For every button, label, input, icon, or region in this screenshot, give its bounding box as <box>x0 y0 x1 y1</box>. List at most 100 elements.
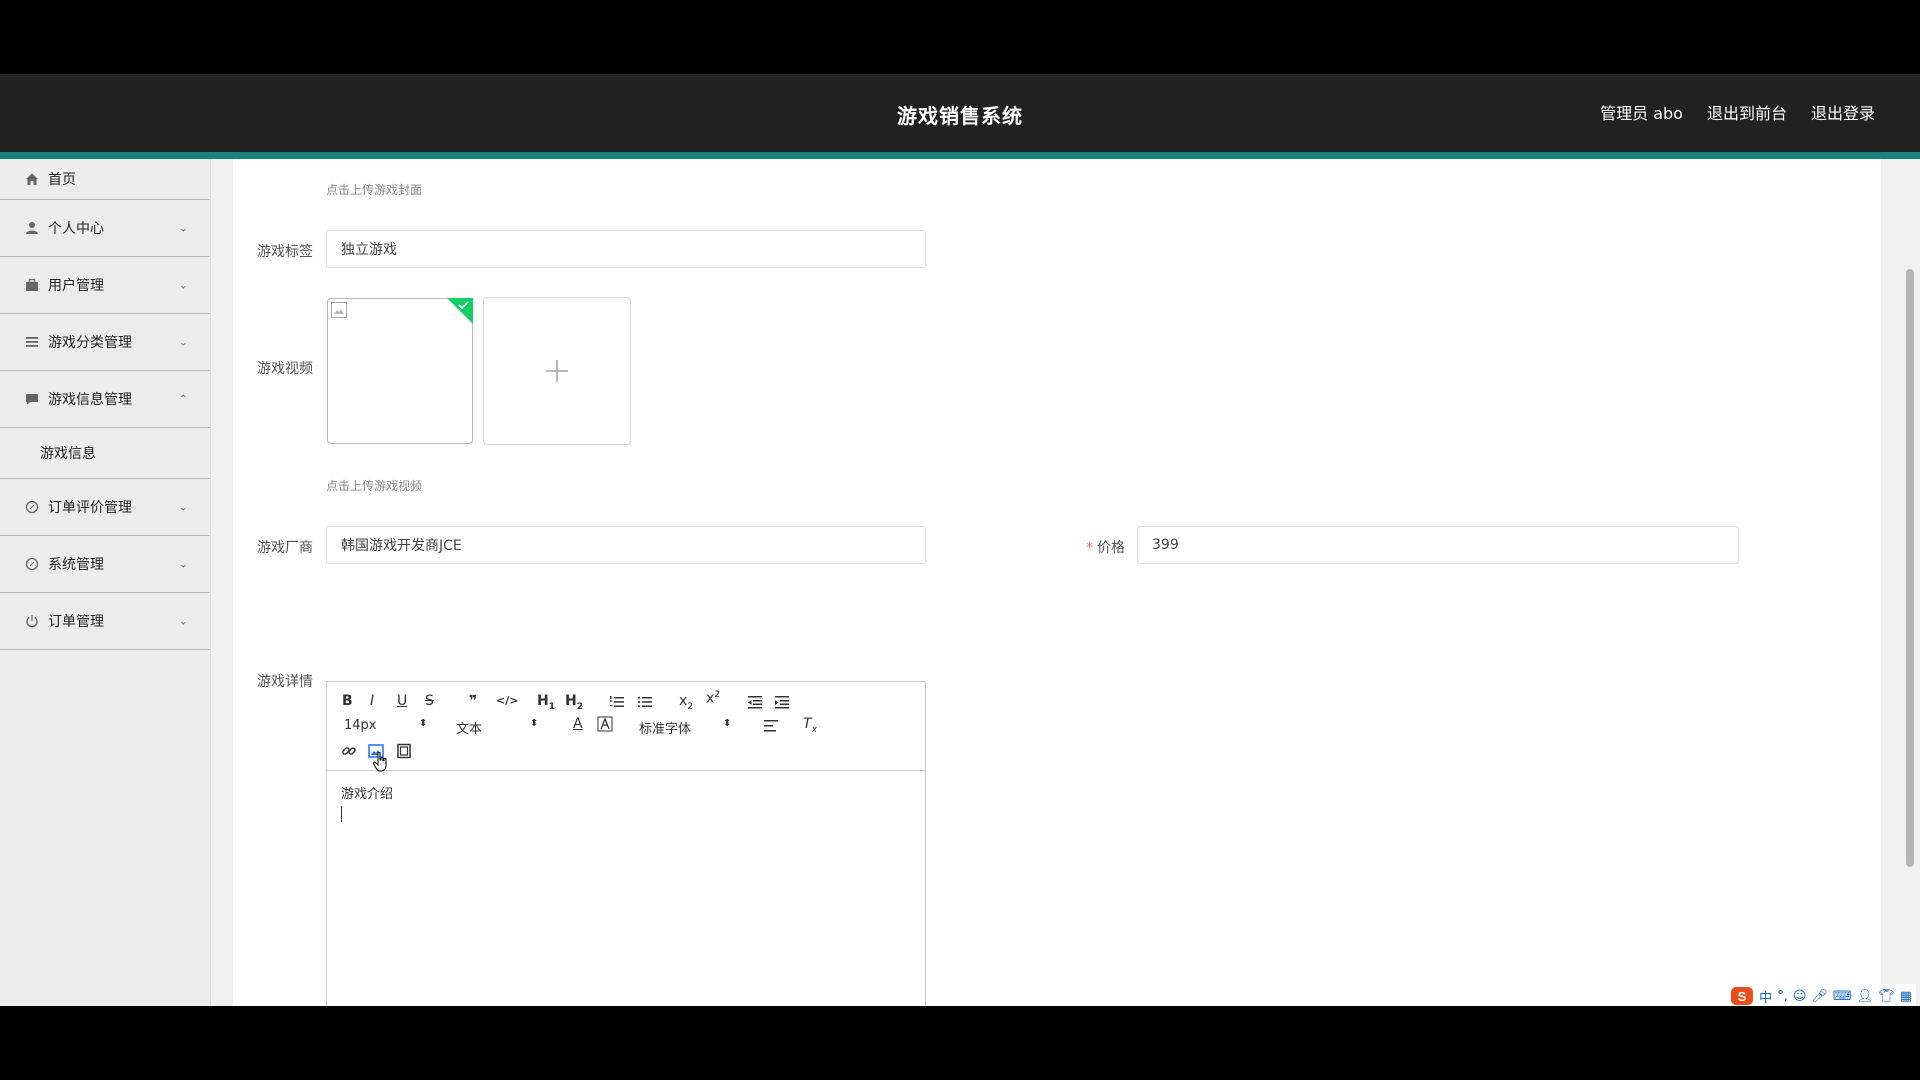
detail-label: 游戏详情 <box>257 674 313 690</box>
header-value: 文本 <box>456 722 483 737</box>
sidebar: 首页 个人中心 ⌄ 用户管理 ⌄ 游戏分类管理 ⌄ 游戏信息管理 ⌃ 游戏信息 … <box>0 159 211 1006</box>
ime-punctuation-icon[interactable]: °, <box>1777 989 1788 1004</box>
vendor-input[interactable]: 韩国游戏开发商JCE <box>326 526 926 564</box>
app-window: 游戏销售系统 管理员 abo 退出到前台 退出登录 首页 个人中心 ⌄ 用户管理 <box>0 74 1920 1006</box>
sidebar-item-label: 用户管理 <box>48 278 104 294</box>
font-size-select-arrow-icon: ⬍ <box>419 718 428 729</box>
strike-icon[interactable]: S <box>425 693 434 709</box>
heading2-icon[interactable]: H2 <box>565 693 583 712</box>
chevron-up-icon: ⌃ <box>178 392 188 406</box>
sidebar-item-game-info[interactable]: 游戏信息管理 ⌃ <box>0 371 210 428</box>
price-input[interactable]: 399 <box>1137 526 1739 564</box>
cover-upload-hint: 点击上传游戏封面 <box>326 183 423 197</box>
sidebar-item-game-category[interactable]: 游戏分类管理 ⌄ <box>0 314 210 371</box>
background-color-icon[interactable] <box>597 716 613 732</box>
uploaded-check-icon <box>447 298 473 324</box>
sidebar-item-label: 订单评价管理 <box>48 500 132 516</box>
sidebar-item-home[interactable]: 首页 <box>0 159 210 200</box>
video-icon[interactable] <box>396 743 412 759</box>
mouse-pointer-icon <box>372 752 388 772</box>
chevron-down-icon: ⌄ <box>178 278 188 292</box>
video-thumbnail[interactable] <box>327 298 473 444</box>
editor-content[interactable]: 游戏介绍 <box>327 771 925 838</box>
bullet-list-icon[interactable] <box>637 695 653 709</box>
editor-toolbar: B I U S ❞ </> H1 H2 x2 x2 14px ⬍ 文本 ⬍ A … <box>327 682 925 772</box>
svg-text:S: S <box>1738 989 1747 1004</box>
exit-front-link[interactable]: 退出到前台 <box>1707 100 1787 124</box>
required-mark: * <box>1086 540 1093 556</box>
clear-format-icon[interactable]: Tx <box>803 716 817 735</box>
sidebar-item-system[interactable]: 系统管理 ⌄ <box>0 536 210 593</box>
sidebar-item-label: 订单管理 <box>48 614 104 630</box>
page-scrollbar[interactable] <box>1904 159 1916 1006</box>
ime-chinese-mode-icon[interactable]: 中 <box>1759 987 1772 1006</box>
chat-icon <box>24 391 40 407</box>
vendor-label: 游戏厂商 <box>257 540 313 556</box>
ime-keyboard-icon[interactable]: ⌨︎ <box>1833 989 1852 1004</box>
header-select-arrow-icon: ⬍ <box>530 718 539 729</box>
font-color-icon[interactable]: A <box>573 716 583 732</box>
editor-text: 游戏介绍 <box>341 787 394 802</box>
header-select[interactable]: 文本 <box>456 718 482 737</box>
ime-mic-icon[interactable]: 🎤︎ <box>1811 989 1828 1004</box>
sidebar-item-order-review[interactable]: 订单评价管理 ⌄ <box>0 479 210 536</box>
italic-icon[interactable]: I <box>370 693 374 709</box>
ime-skin-icon[interactable]: 👕︎ <box>1878 989 1895 1004</box>
font-family-select[interactable]: 标准字体 <box>639 718 691 737</box>
sidebar-item-orders[interactable]: 订单管理 ⌄ <box>0 593 210 650</box>
font-family-value: 标准字体 <box>639 722 692 737</box>
sidebar-item-label: 游戏分类管理 <box>48 335 132 351</box>
link-icon[interactable] <box>341 743 357 759</box>
subscript-icon[interactable]: x2 <box>679 693 693 712</box>
rich-text-editor: B I U S ❞ </> H1 H2 x2 x2 14px ⬍ 文本 ⬍ A … <box>326 681 926 1006</box>
code-block-icon[interactable]: </> <box>496 694 518 707</box>
price-label: 价格 <box>1097 540 1125 556</box>
list-icon <box>24 334 40 350</box>
price-label-wrap: * 价格 <box>1086 537 1125 557</box>
chevron-down-icon: ⌄ <box>178 221 188 235</box>
video-label: 游戏视频 <box>257 361 313 377</box>
compass-icon <box>24 556 40 572</box>
chevron-down-icon: ⌄ <box>178 614 188 628</box>
ime-logo-icon[interactable]: S <box>1730 986 1754 1006</box>
sidebar-item-personal[interactable]: 个人中心 ⌄ <box>0 200 210 257</box>
home-icon <box>24 171 40 187</box>
scrollbar-thumb[interactable] <box>1906 269 1914 867</box>
form-area: 点击上传游戏封面 游戏标签 独立游戏 游戏视频 点击上传游戏视频 游戏厂商 韩国… <box>233 159 1881 1006</box>
font-family-select-arrow-icon: ⬍ <box>723 718 732 729</box>
video-upload-button[interactable] <box>483 297 631 445</box>
ime-tray: S 中 °, ☺ 🎤︎ ⌨︎ 👤︎ 👕︎ ▦ <box>1726 984 1916 1006</box>
font-size-select[interactable]: 14px <box>344 718 377 733</box>
heading1-icon[interactable]: H1 <box>537 693 555 712</box>
ime-emoji-icon[interactable]: ☺ <box>1793 989 1807 1004</box>
font-size-value: 14px <box>344 718 377 733</box>
top-bar: 游戏销售系统 管理员 abo 退出到前台 退出登录 <box>0 74 1920 152</box>
sidebar-item-label: 系统管理 <box>48 557 104 573</box>
accent-bar <box>0 152 1920 159</box>
chevron-down-icon: ⌄ <box>178 500 188 514</box>
ime-apps-icon[interactable]: ▦ <box>1900 989 1912 1004</box>
chevron-down-icon: ⌄ <box>178 335 188 349</box>
text-caret <box>341 806 342 822</box>
bold-icon[interactable]: B <box>342 693 353 709</box>
sidebar-item-label: 游戏信息管理 <box>48 392 132 408</box>
broken-image-icon <box>331 302 347 318</box>
ime-user-icon[interactable]: 👤︎ <box>1857 989 1874 1004</box>
top-right-links: 管理员 abo 退出到前台 退出登录 <box>1600 100 1875 124</box>
plus-icon <box>546 360 568 382</box>
sidebar-item-users[interactable]: 用户管理 ⌄ <box>0 257 210 314</box>
superscript-icon[interactable]: x2 <box>706 690 720 707</box>
align-icon[interactable] <box>763 719 779 733</box>
user-icon <box>24 220 40 236</box>
tag-input[interactable]: 独立游戏 <box>326 230 926 268</box>
sidebar-item-label: 首页 <box>48 172 76 188</box>
submenu-item-game-info[interactable]: 游戏信息 <box>0 428 210 479</box>
outdent-icon[interactable] <box>747 695 763 709</box>
blockquote-icon[interactable]: ❞ <box>469 693 477 709</box>
logout-link[interactable]: 退出登录 <box>1811 100 1875 124</box>
ordered-list-icon[interactable] <box>609 695 625 709</box>
indent-icon[interactable] <box>774 695 790 709</box>
briefcase-icon <box>24 277 40 293</box>
underline-icon[interactable]: U <box>397 693 407 709</box>
sidebar-item-label: 个人中心 <box>48 221 104 237</box>
